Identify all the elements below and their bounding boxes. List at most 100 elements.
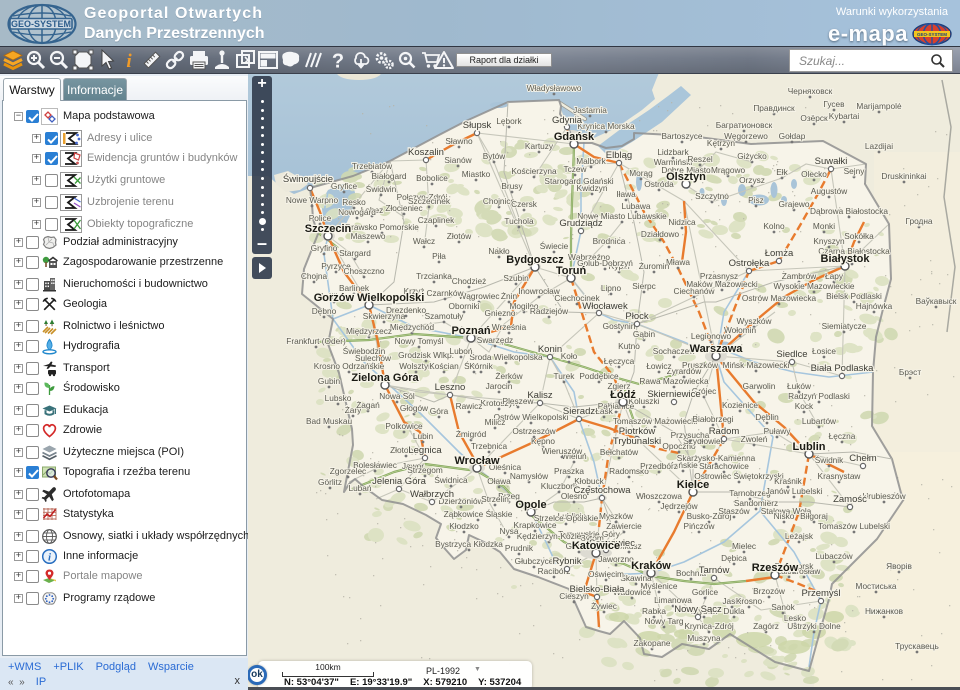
svg-text:Częstochowa: Częstochowa bbox=[573, 485, 631, 496]
svg-text:Ostrów Mazowiecka: Ostrów Mazowiecka bbox=[742, 293, 817, 303]
svg-text:Ząbkowice Śląskie: Ząbkowice Śląskie bbox=[444, 508, 513, 519]
svg-text:Świdnica: Świdnica bbox=[434, 474, 468, 485]
svg-text:Nowy Tomyśl: Nowy Tomyśl bbox=[395, 336, 444, 346]
svg-text:Kalisz: Kalisz bbox=[527, 390, 553, 401]
svg-text:Gostynin: Gostynin bbox=[603, 321, 636, 331]
svg-text:Puławy: Puławy bbox=[764, 426, 792, 436]
svg-text:Черняховск: Черняховск bbox=[788, 86, 833, 96]
svg-text:Police: Police bbox=[309, 213, 332, 223]
svg-text:Nisko: Nisko bbox=[774, 511, 795, 521]
svg-text:Trzebiatów: Trzebiatów bbox=[352, 161, 393, 171]
svg-text:Skarżysko-Kamienna: Skarżysko-Kamienna bbox=[677, 453, 756, 463]
svg-text:Białogard: Białogard bbox=[371, 171, 406, 181]
svg-text:Opole: Opole bbox=[515, 499, 546, 511]
svg-text:Wrocław: Wrocław bbox=[454, 455, 499, 467]
svg-text:Нижанков: Нижанков bbox=[865, 606, 904, 616]
svg-text:Krosno Odrzańskie: Krosno Odrzańskie bbox=[314, 361, 385, 371]
svg-text:Ostrołęka: Ostrołęka bbox=[729, 258, 770, 269]
svg-text:Polkowice: Polkowice bbox=[385, 421, 423, 431]
svg-text:Kozienice: Kozienice bbox=[722, 400, 758, 410]
svg-text:Milicz: Milicz bbox=[485, 417, 506, 427]
svg-text:Bartoszyce: Bartoszyce bbox=[661, 131, 702, 141]
svg-text:Jaworzno: Jaworzno bbox=[598, 554, 634, 564]
svg-text:Żerków: Żerków bbox=[495, 371, 523, 381]
svg-text:Świdnik: Świdnik bbox=[815, 454, 844, 465]
svg-text:Prudnik: Prudnik bbox=[505, 543, 534, 553]
svg-text:Włocławek: Włocławek bbox=[582, 301, 628, 312]
svg-text:Siemiatycze: Siemiatycze bbox=[822, 321, 867, 331]
svg-text:Hajnówka: Hajnówka bbox=[856, 301, 893, 311]
svg-text:Zgorzelec: Zgorzelec bbox=[330, 466, 366, 476]
svg-text:Sławno: Sławno bbox=[445, 136, 473, 146]
svg-text:Gąbin: Gąbin bbox=[633, 329, 656, 339]
svg-text:Lubin: Lubin bbox=[413, 431, 434, 441]
svg-text:Płock: Płock bbox=[625, 311, 648, 322]
svg-text:Słupsk: Słupsk bbox=[463, 120, 492, 131]
svg-text:Świecie: Świecie bbox=[540, 240, 569, 251]
svg-text:Oława: Oława bbox=[487, 476, 511, 486]
svg-text:Bełchatów: Bełchatów bbox=[600, 447, 639, 457]
svg-text:Lidzbark: Lidzbark bbox=[657, 147, 689, 157]
svg-text:Olecko: Olecko bbox=[801, 169, 827, 179]
svg-text:Kraków: Kraków bbox=[631, 560, 671, 572]
svg-text:Nowe Warpno: Nowe Warpno bbox=[286, 195, 339, 205]
svg-text:Góra: Góra bbox=[430, 406, 449, 416]
svg-text:Leszno: Leszno bbox=[435, 382, 466, 393]
svg-text:Iława: Iława bbox=[616, 189, 636, 199]
svg-text:Krynica Morska: Krynica Morska bbox=[577, 121, 635, 131]
svg-text:Tuchola: Tuchola bbox=[504, 216, 534, 226]
svg-text:Choszczno: Choszczno bbox=[343, 266, 384, 276]
svg-text:Dęblin: Dęblin bbox=[755, 412, 779, 422]
svg-text:Nidzica: Nidzica bbox=[668, 217, 696, 227]
svg-text:Ostrzeszów: Ostrzeszów bbox=[512, 426, 556, 436]
svg-text:Jastarnia: Jastarnia bbox=[573, 105, 607, 115]
svg-text:Mińsk Mazowiecki: Mińsk Mazowiecki bbox=[723, 360, 790, 370]
svg-text:Trzebnica: Trzebnica bbox=[471, 441, 508, 451]
svg-text:Dukla: Dukla bbox=[723, 606, 745, 616]
svg-text:Zakopane: Zakopane bbox=[634, 638, 671, 648]
svg-text:Bad Muskau: Bad Muskau bbox=[306, 416, 353, 426]
svg-text:Szczecin: Szczecin bbox=[305, 223, 352, 235]
svg-text:Nowa Sól: Nowa Sól bbox=[379, 391, 415, 401]
svg-text:Janów Lubelski: Janów Lubelski bbox=[766, 486, 823, 496]
svg-text:Lublin: Lublin bbox=[793, 441, 826, 453]
svg-text:Świdwin: Świdwin bbox=[366, 183, 397, 194]
svg-text:Oborniki: Oborniki bbox=[449, 301, 480, 311]
svg-text:Mława: Mława bbox=[666, 257, 690, 267]
svg-text:GEO-SYSTEM: GEO-SYSTEM bbox=[917, 32, 947, 37]
svg-text:Bielsk Podlaski: Bielsk Podlaski bbox=[826, 291, 882, 301]
svg-text:Багратионовск: Багратионовск bbox=[716, 120, 773, 130]
svg-text:Namysłów: Namysłów bbox=[510, 471, 549, 481]
svg-text:Szubin: Szubin bbox=[503, 273, 529, 283]
svg-text:Kielce: Kielce bbox=[677, 479, 709, 491]
svg-text:Przedbórz: Przedbórz bbox=[640, 461, 678, 471]
svg-text:Żyrardów: Żyrardów bbox=[667, 366, 703, 376]
svg-text:Stargard: Stargard bbox=[339, 248, 371, 258]
svg-text:Miastko: Miastko bbox=[462, 169, 491, 179]
svg-text:Lazdijai: Lazdijai bbox=[865, 141, 893, 151]
svg-text:Augustów: Augustów bbox=[811, 186, 848, 196]
svg-text:Głogów: Głogów bbox=[400, 403, 429, 413]
svg-text:Strzelin: Strzelin bbox=[481, 494, 509, 504]
svg-text:Suwałki: Suwałki bbox=[815, 156, 848, 167]
svg-text:Biała Podlaska: Biała Podlaska bbox=[811, 363, 875, 374]
svg-text:Maków Mazowiecki: Maków Mazowiecki bbox=[686, 279, 758, 289]
svg-text:Krapkowice: Krapkowice bbox=[514, 520, 557, 530]
svg-text:Bielsko-Biała: Bielsko-Biała bbox=[570, 584, 626, 595]
svg-text:Łomża: Łomża bbox=[765, 248, 794, 259]
svg-text:Chodzież: Chodzież bbox=[452, 276, 487, 286]
svg-text:Chojna: Chojna bbox=[301, 271, 328, 281]
svg-text:Legnica: Legnica bbox=[408, 445, 442, 456]
svg-text:Łęczyca: Łęczyca bbox=[604, 356, 635, 366]
svg-text:Görlitz: Görlitz bbox=[318, 477, 342, 487]
svg-text:Łowicz: Łowicz bbox=[646, 361, 671, 371]
svg-text:Elbląg: Elbląg bbox=[606, 150, 632, 161]
svg-text:Mielec: Mielec bbox=[732, 541, 756, 551]
svg-text:Gdynia: Gdynia bbox=[552, 115, 583, 126]
svg-text:Ełk: Ełk bbox=[776, 167, 788, 177]
svg-text:Zagórz: Zagórz bbox=[753, 621, 779, 631]
svg-text:Września: Września bbox=[492, 322, 527, 332]
svg-text:Żywiec: Żywiec bbox=[591, 601, 617, 611]
svg-text:Knyszyn: Knyszyn bbox=[813, 236, 845, 246]
svg-text:Nowy Sącz: Nowy Sącz bbox=[674, 604, 722, 615]
